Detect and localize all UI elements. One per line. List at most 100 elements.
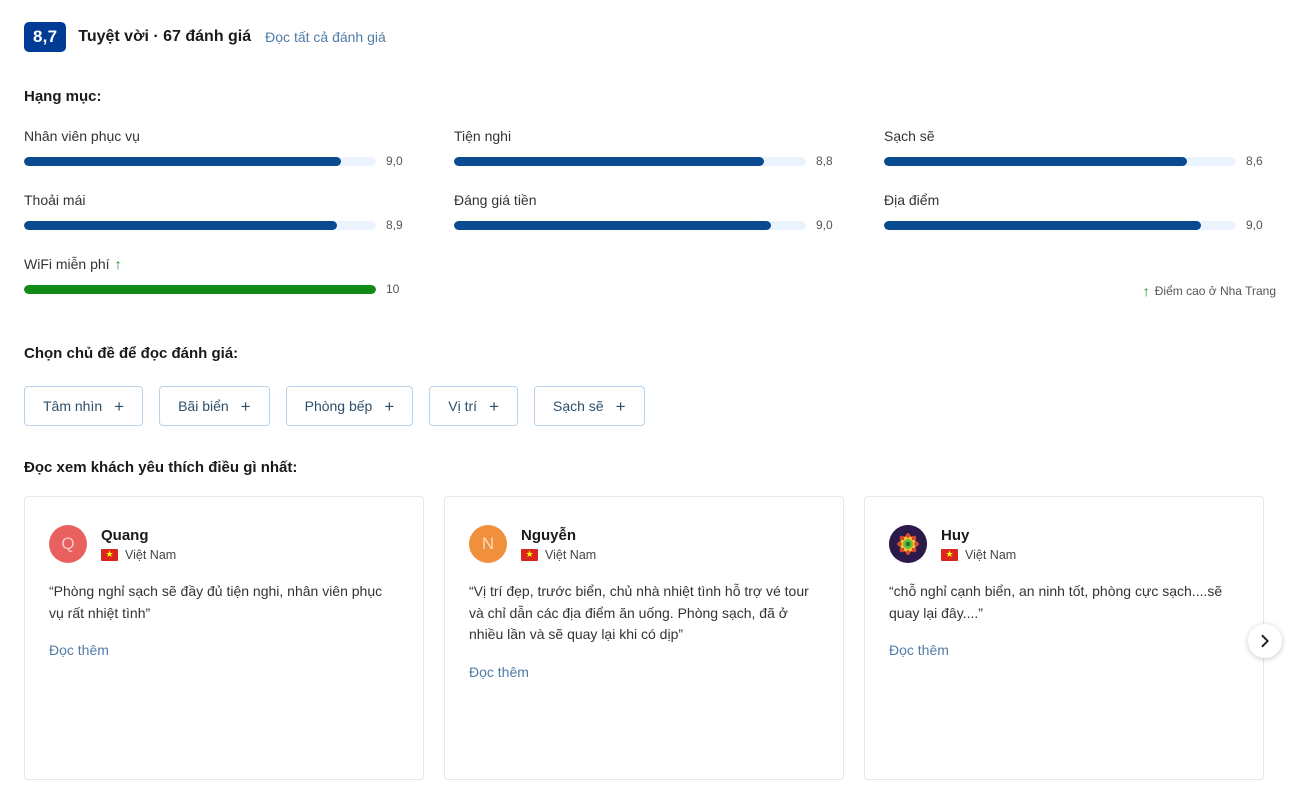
topic-chip-label: Vị trí (448, 398, 478, 414)
score-summary-text: Tuyệt vời · 67 đánh giá (78, 28, 251, 46)
plus-icon: + (384, 396, 395, 416)
category-rating-value: 9,0 (386, 154, 403, 168)
carousel-next-button[interactable] (1248, 624, 1282, 658)
topic-chip-label: Bãi biển (178, 398, 229, 414)
review-quote: “Phòng nghỉ sạch sẽ đầy đủ tiện nghi, nh… (49, 583, 383, 621)
avatar (889, 525, 927, 563)
category-rating-value: 9,0 (1246, 218, 1263, 232)
read-more-link[interactable]: Đọc thêm (889, 642, 949, 658)
category-rating-bar-row: 8,6 (884, 154, 1272, 168)
category-rating-label: Tiện nghi (454, 128, 512, 144)
reviewer-country-row: ★ Việt Nam (101, 548, 176, 562)
category-rating-bar-fill (884, 156, 1187, 166)
category-rating-bar-track (454, 220, 806, 230)
topic-chip[interactable]: Bãi biển + (159, 386, 270, 426)
topic-chip-label: Phòng bếp (304, 398, 373, 414)
category-rating-label-row: Đáng giá tiền (454, 192, 842, 208)
reviewer-country: Việt Nam (545, 547, 597, 562)
category-rating-label-row: Sạch sẽ (884, 128, 1272, 144)
categories-heading: Hạng mục: (24, 88, 102, 105)
category-rating-bar-fill (24, 220, 338, 230)
reviewer-name: Nguyễn (521, 526, 577, 544)
score-word: Tuyệt vời (78, 28, 149, 45)
category-rating-bar-track (884, 220, 1236, 230)
arrow-up-icon: ↑ (114, 256, 122, 272)
category-rating-bar-track (884, 156, 1236, 166)
category-rating-label-row: WiFi miễn phí ↑ (24, 256, 412, 272)
category-rating-value: 8,6 (1246, 154, 1263, 168)
category-rating-label: Đáng giá tiền (454, 192, 537, 208)
review-card-header: Huy ★ Việt Nam (889, 525, 1239, 563)
topic-chip[interactable]: Phòng bếp + (285, 386, 414, 426)
review-card-list: Q Quang ★ Việt Nam “Phòng nghỉ sạch sẽ đầy đ… (24, 496, 1264, 780)
category-rating-bar-row: 10 (24, 282, 412, 296)
category-rating-bar-track (24, 156, 376, 166)
topic-chip[interactable]: Sạch sẽ + (534, 386, 645, 426)
category-rating-label-row: Nhân viên phục vụ (24, 128, 412, 144)
category-rating-item: Nhân viên phục vụ 9,0 (24, 128, 412, 168)
reviews-page: 8,7 Tuyệt vời · 67 đánh giá Đọc tất cả đ… (0, 0, 1300, 800)
review-card: Q Quang ★ Việt Nam “Phòng nghỉ sạch sẽ đầy đ… (24, 496, 424, 780)
reviews-heading: Đọc xem khách yêu thích điều gì nhất: (24, 459, 298, 476)
review-card: N Nguyễn ★ Việt Nam “Vị trí đẹp, trước biển,… (444, 496, 844, 780)
reviewer-identity: Quang ★ Việt Nam (101, 527, 176, 562)
category-rating-bar-row: 9,0 (24, 154, 412, 168)
category-rating-bar-fill (24, 284, 376, 294)
category-rating-value: 8,9 (386, 218, 403, 232)
review-card: Huy ★ Việt Nam “chỗ nghỉ cạnh biển, an ninh… (864, 496, 1264, 780)
review-quote: “chỗ nghỉ cạnh biển, an ninh tốt, phòng … (889, 583, 1223, 621)
reviewer-identity: Nguyễn ★ Việt Nam (521, 527, 596, 562)
plus-icon: + (615, 396, 626, 416)
category-rating-bar-track (24, 220, 376, 230)
category-rating-item: Tiện nghi 8,8 (454, 128, 842, 168)
reviewer-name: Quang (101, 526, 149, 544)
topic-chip[interactable]: Vị trí + (429, 386, 518, 426)
high-score-note-label: Điểm cao ở Nha Trang (1154, 284, 1276, 298)
score-summary: 8,7 Tuyệt vời · 67 đánh giá Đọc tất cả đ… (24, 22, 386, 52)
topic-chip[interactable]: Tâm nhìn + (24, 386, 144, 426)
read-more-link[interactable]: Đọc thêm (469, 664, 529, 680)
topic-chip-label: Sạch sẽ (553, 398, 604, 414)
category-rating-bar-track (454, 156, 806, 166)
category-rating-label: Thoải mái (24, 192, 86, 208)
reviewer-country: Việt Nam (125, 547, 177, 562)
category-rating-bar-fill (24, 156, 341, 166)
vietnam-flag-icon: ★ (941, 548, 958, 561)
category-rating-item: Thoải mái 8,9 (24, 192, 412, 232)
plus-icon: + (489, 396, 499, 416)
reviewer-name: Huy (941, 526, 970, 544)
category-rating-label: Địa điểm (884, 192, 940, 208)
vietnam-flag-icon: ★ (521, 548, 538, 561)
category-rating-value: 8,8 (816, 154, 833, 168)
avatar: Q (49, 525, 87, 563)
chevron-right-icon (1258, 634, 1272, 648)
review-card-header: N Nguyễn ★ Việt Nam (469, 525, 819, 563)
topic-chip-list: Tâm nhìn + Bãi biển + Phòng bếp + Vị trí + Sạch … (24, 386, 645, 426)
plus-icon: + (114, 396, 125, 416)
category-rating-bar-row: 8,8 (454, 154, 842, 168)
review-count: 67 đánh giá (163, 28, 252, 45)
category-rating-bar-row: 9,0 (454, 218, 842, 232)
category-rating-label-row: Thoải mái (24, 192, 412, 208)
category-rating-bar-track (24, 284, 376, 294)
category-rating-label-row: Địa điểm (884, 192, 1272, 208)
category-rating-label: Sạch sẽ (884, 128, 935, 144)
score-badge: 8,7 (24, 22, 67, 52)
category-rating-item: Địa điểm 9,0 (884, 192, 1272, 232)
read-more-link[interactable]: Đọc thêm (49, 642, 109, 658)
category-rating-label-row: Tiện nghi (454, 128, 842, 144)
read-all-reviews-link[interactable]: Đọc tất cả đánh giá (265, 29, 386, 45)
score-separator: · (153, 28, 159, 45)
vietnam-flag-icon: ★ (101, 548, 118, 561)
review-quote: “Vị trí đẹp, trước biển, chủ nhà nhiệt t… (469, 583, 809, 643)
reviewer-identity: Huy ★ Việt Nam (941, 527, 1016, 562)
category-rating-item: WiFi miễn phí ↑ 10 (24, 256, 412, 296)
category-rating-bar-row: 9,0 (884, 218, 1272, 232)
category-rating-bar-fill (454, 156, 764, 166)
plus-icon: + (240, 396, 251, 416)
review-card-header: Q Quang ★ Việt Nam (49, 525, 399, 563)
category-rating-label: WiFi miễn phí (24, 256, 110, 272)
category-rating-bar-row: 8,9 (24, 218, 412, 232)
avatar: N (469, 525, 507, 563)
reviewer-country-row: ★ Việt Nam (941, 548, 1016, 562)
